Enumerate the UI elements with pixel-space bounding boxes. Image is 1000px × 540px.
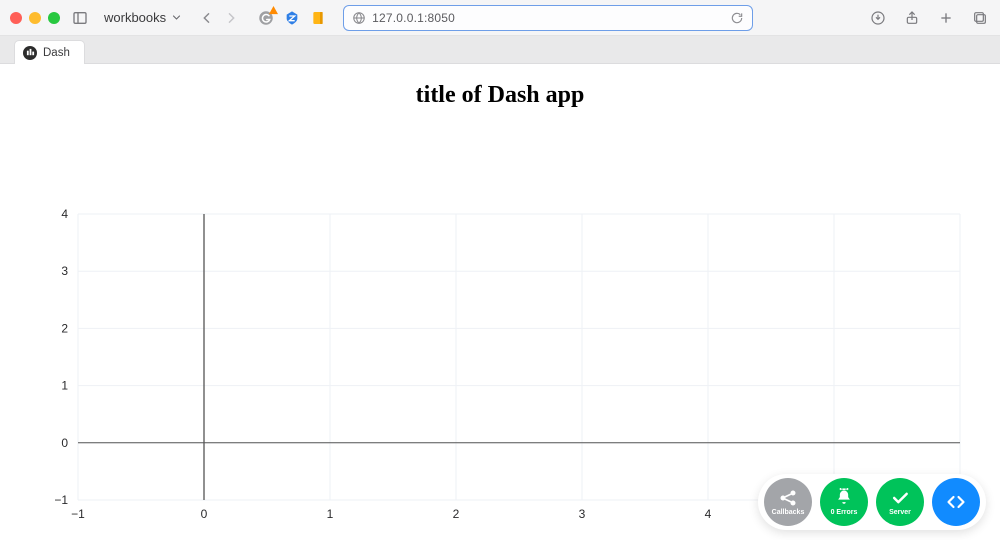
bell-icon [834, 488, 854, 508]
bookmark-folder[interactable]: workbooks [104, 10, 181, 25]
close-window-button[interactable] [10, 12, 22, 24]
devtools-callbacks-button[interactable]: Callbacks [764, 478, 812, 526]
address-bar[interactable]: 127.0.0.1:8050 [343, 5, 753, 31]
dash-favicon-icon [23, 46, 37, 60]
dash-devtools: Callbacks 0 Errors Server [758, 474, 986, 530]
devtools-server-label: Server [889, 509, 911, 516]
page-content: title of Dash app −101234−10123456 Callb… [0, 64, 1000, 540]
extension-zotero-icon[interactable] [283, 9, 301, 27]
svg-text:−1: −1 [71, 507, 85, 521]
bookmark-folder-label: workbooks [104, 10, 166, 25]
devtools-server-button[interactable]: Server [876, 478, 924, 526]
svg-text:3: 3 [579, 507, 586, 521]
check-icon [890, 488, 910, 508]
svg-text:4: 4 [61, 207, 68, 221]
sidebar-toggle-icon[interactable] [70, 8, 90, 28]
code-icon [946, 492, 966, 512]
browser-toolbar: workbooks 127.0.0.1:8050 [0, 0, 1000, 36]
devtools-callbacks-label: Callbacks [772, 509, 805, 516]
page-title: title of Dash app [0, 64, 1000, 109]
globe-icon [352, 11, 366, 25]
chevron-down-icon [172, 13, 181, 22]
svg-text:4: 4 [705, 507, 712, 521]
devtools-toggle-button[interactable] [932, 478, 980, 526]
svg-text:3: 3 [61, 264, 68, 278]
extension-notes-icon[interactable] [309, 9, 327, 27]
devtools-errors-label: 0 Errors [831, 509, 858, 516]
share-icon[interactable] [902, 8, 922, 28]
browser-tab-label: Dash [43, 47, 70, 59]
zoom-window-button[interactable] [48, 12, 60, 24]
browser-tab-dash[interactable]: Dash [14, 40, 85, 64]
svg-text:0: 0 [201, 507, 208, 521]
tab-strip: Dash [0, 36, 1000, 64]
downloads-icon[interactable] [868, 8, 888, 28]
forward-button[interactable] [221, 8, 241, 28]
svg-text:2: 2 [61, 321, 68, 335]
svg-text:0: 0 [61, 436, 68, 450]
svg-text:1: 1 [61, 379, 68, 393]
minimize-window-button[interactable] [29, 12, 41, 24]
extension-grammarly-icon[interactable] [257, 9, 275, 27]
tab-overview-icon[interactable] [970, 8, 990, 28]
share-nodes-icon [778, 488, 798, 508]
svg-text:2: 2 [453, 507, 460, 521]
window-controls [10, 12, 60, 24]
svg-text:1: 1 [327, 507, 334, 521]
svg-text:−1: −1 [54, 493, 68, 507]
devtools-errors-button[interactable]: 0 Errors [820, 478, 868, 526]
address-bar-url: 127.0.0.1:8050 [372, 11, 724, 25]
new-tab-icon[interactable] [936, 8, 956, 28]
back-button[interactable] [197, 8, 217, 28]
reload-icon[interactable] [730, 11, 744, 25]
chart-graph[interactable]: −101234−10123456 [0, 204, 1000, 464]
